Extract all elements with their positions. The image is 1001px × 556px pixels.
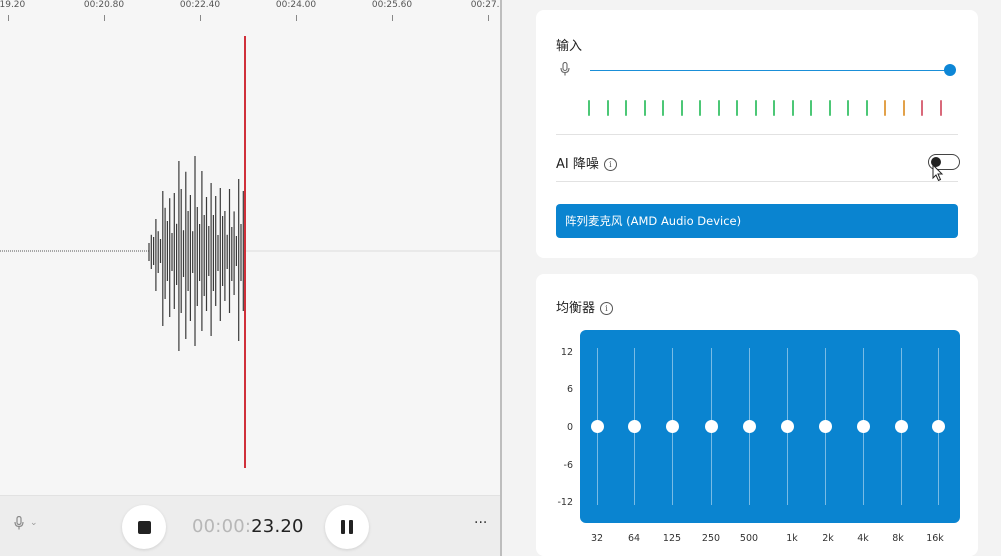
noise-reduction-text: AI 降噪 [556,157,599,172]
eq-band-knob[interactable] [591,420,604,433]
mouse-cursor-icon [932,164,944,182]
pause-icon [341,520,353,534]
pause-button[interactable] [325,505,369,549]
meter-segment [680,100,683,116]
meter-segment [865,100,868,116]
eq-band-label: 16k [926,533,944,544]
playhead[interactable] [244,36,246,468]
eq-band-label: 1k [786,533,798,544]
eq-y-label: -12 [557,497,573,508]
microphone-icon[interactable] [14,515,24,534]
meter-segment [699,100,701,116]
eq-band-knob[interactable] [857,420,870,433]
eq-band-label: 250 [701,533,721,544]
eq-band-label: 8k [892,533,904,544]
meter-segment [847,100,849,116]
eq-band-knob[interactable] [666,420,679,433]
eq-band-label: 125 [662,533,682,544]
input-card: 输入 AI 降噪 i 阵列麦克风 (AMD Audio Device) [536,10,978,258]
eq-band-knob[interactable] [932,420,945,433]
meter-segment [828,100,831,116]
settings-pane: 输入 AI 降噪 i 阵列麦克风 (AMD Audio Device) 均衡器 i … [502,0,1001,556]
eq-band-knob[interactable] [705,420,718,433]
eq-band-knob[interactable] [895,420,908,433]
equalizer-title-text: 均衡器 [556,301,596,316]
stop-icon [137,520,151,534]
meter-segment [810,100,812,116]
meter-segment [902,100,905,116]
eq-band-knob[interactable] [781,420,794,433]
transport-bar: ⌄ 00:00:23.20 ··· [0,495,500,556]
noise-reduction-label: AI 降噪 i [556,153,617,172]
timer-seconds: 23.20 [251,516,304,537]
input-level-meter [588,100,968,116]
meter-segment [662,100,664,116]
equalizer-title: 均衡器 i [556,297,614,316]
meter-segment [773,100,775,116]
input-volume-slider-thumb[interactable] [944,64,956,76]
meter-segment [625,100,627,116]
eq-band-knob[interactable] [819,420,832,433]
meter-segment [939,100,942,116]
meter-segment [606,100,609,116]
meter-segment [643,100,646,116]
eq-y-label: 12 [560,347,573,358]
input-device-select[interactable]: 阵列麦克风 (AMD Audio Device) [556,204,958,238]
audio-waveform[interactable] [0,0,500,495]
input-volume-slider-track[interactable] [590,70,950,71]
meter-segment [717,100,720,116]
meter-segment [884,100,886,116]
eq-band-label: 64 [627,533,641,544]
eq-y-label: -6 [563,460,573,471]
meter-segment [754,100,757,116]
meter-segment [921,100,923,116]
eq-band-knob[interactable] [743,420,756,433]
meter-segment [791,100,794,116]
eq-band-knob[interactable] [628,420,641,433]
more-options-button[interactable]: ··· [474,515,487,531]
waveform-pane[interactable]: 0:19.20 00:20.80 00:22.40 00:24.00 00:25… [0,0,500,556]
equalizer-card: 均衡器 i 12 6 0 -6 -12 32 64 125 250 500 1k … [536,274,978,556]
stop-button[interactable] [122,505,166,549]
timer-prefix: 00:00: [192,516,252,537]
divider [556,134,958,135]
info-icon[interactable]: i [600,302,614,315]
eq-y-label: 0 [566,422,573,433]
meter-segment [736,100,738,116]
eq-band-label: 500 [739,533,759,544]
divider [556,181,958,182]
elapsed-time: 00:00:23.20 [192,516,304,537]
meter-segment [588,100,590,116]
eq-band-label: 4k [857,533,869,544]
eq-y-label: 6 [566,384,573,395]
microphone-icon [560,61,570,79]
equalizer-panel[interactable] [580,330,960,523]
eq-band-label: 2k [822,533,834,544]
chevron-down-icon[interactable]: ⌄ [30,518,38,528]
info-icon[interactable]: i [603,158,617,171]
eq-band-label: 32 [590,533,604,544]
input-title: 输入 [556,39,583,54]
